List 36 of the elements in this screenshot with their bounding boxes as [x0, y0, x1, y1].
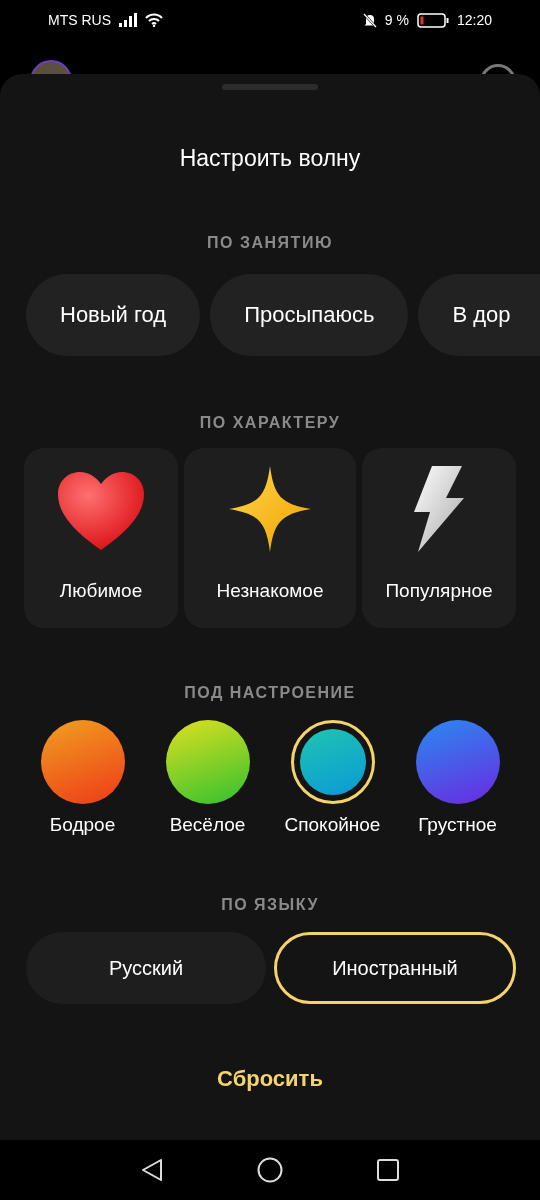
- reset-button[interactable]: Сбросить: [209, 1062, 331, 1096]
- language-option[interactable]: Русский: [26, 932, 266, 1004]
- carrier-name: MTS RUS: [48, 12, 111, 28]
- character-card[interactable]: Незнакомое: [184, 448, 356, 628]
- language-option[interactable]: Иностранный: [274, 932, 516, 1004]
- mood-label: Грустное: [418, 814, 497, 836]
- home-icon[interactable]: [257, 1157, 283, 1183]
- activity-chip[interactable]: Новый год: [26, 274, 201, 356]
- signal-icon: [119, 13, 137, 27]
- clock-time: 12:20: [456, 12, 492, 28]
- wifi-icon: [145, 13, 163, 27]
- drag-handle[interactable]: [222, 84, 318, 90]
- mood-label: Весёлое: [169, 814, 246, 836]
- card-label: Популярное: [385, 580, 493, 602]
- lightning-icon: [412, 466, 466, 552]
- section-heading: ПО ЗАНЯТИЮ: [207, 234, 333, 252]
- card-label: Незнакомое: [216, 580, 324, 602]
- muted-bell-icon: [362, 12, 377, 28]
- sparkle-star-icon: [229, 466, 311, 552]
- section-heading: ПО ЯЗЫКУ: [221, 896, 319, 914]
- recent-apps-icon[interactable]: [377, 1159, 399, 1181]
- section-heading: ПО ХАРАКТЕРУ: [199, 414, 341, 432]
- back-icon[interactable]: [141, 1158, 163, 1182]
- activity-chip[interactable]: Просыпаюсь: [210, 274, 409, 356]
- mood-label: Спокойное: [284, 814, 381, 836]
- activity-chip[interactable]: В дор: [418, 274, 540, 356]
- mood-circle[interactable]: [290, 720, 375, 804]
- battery-icon: [416, 12, 449, 28]
- section-heading: ПОД НАСТРОЕНИЕ: [184, 684, 356, 702]
- battery-percent: 9 %: [384, 12, 409, 28]
- heart-icon: [58, 472, 144, 552]
- character-card[interactable]: Популярное: [362, 448, 516, 628]
- character-card[interactable]: Любимое: [24, 448, 178, 628]
- card-label: Любимое: [59, 580, 143, 602]
- mood-label: Бодрое: [49, 814, 116, 836]
- sheet-title: Настроить волну: [179, 145, 361, 172]
